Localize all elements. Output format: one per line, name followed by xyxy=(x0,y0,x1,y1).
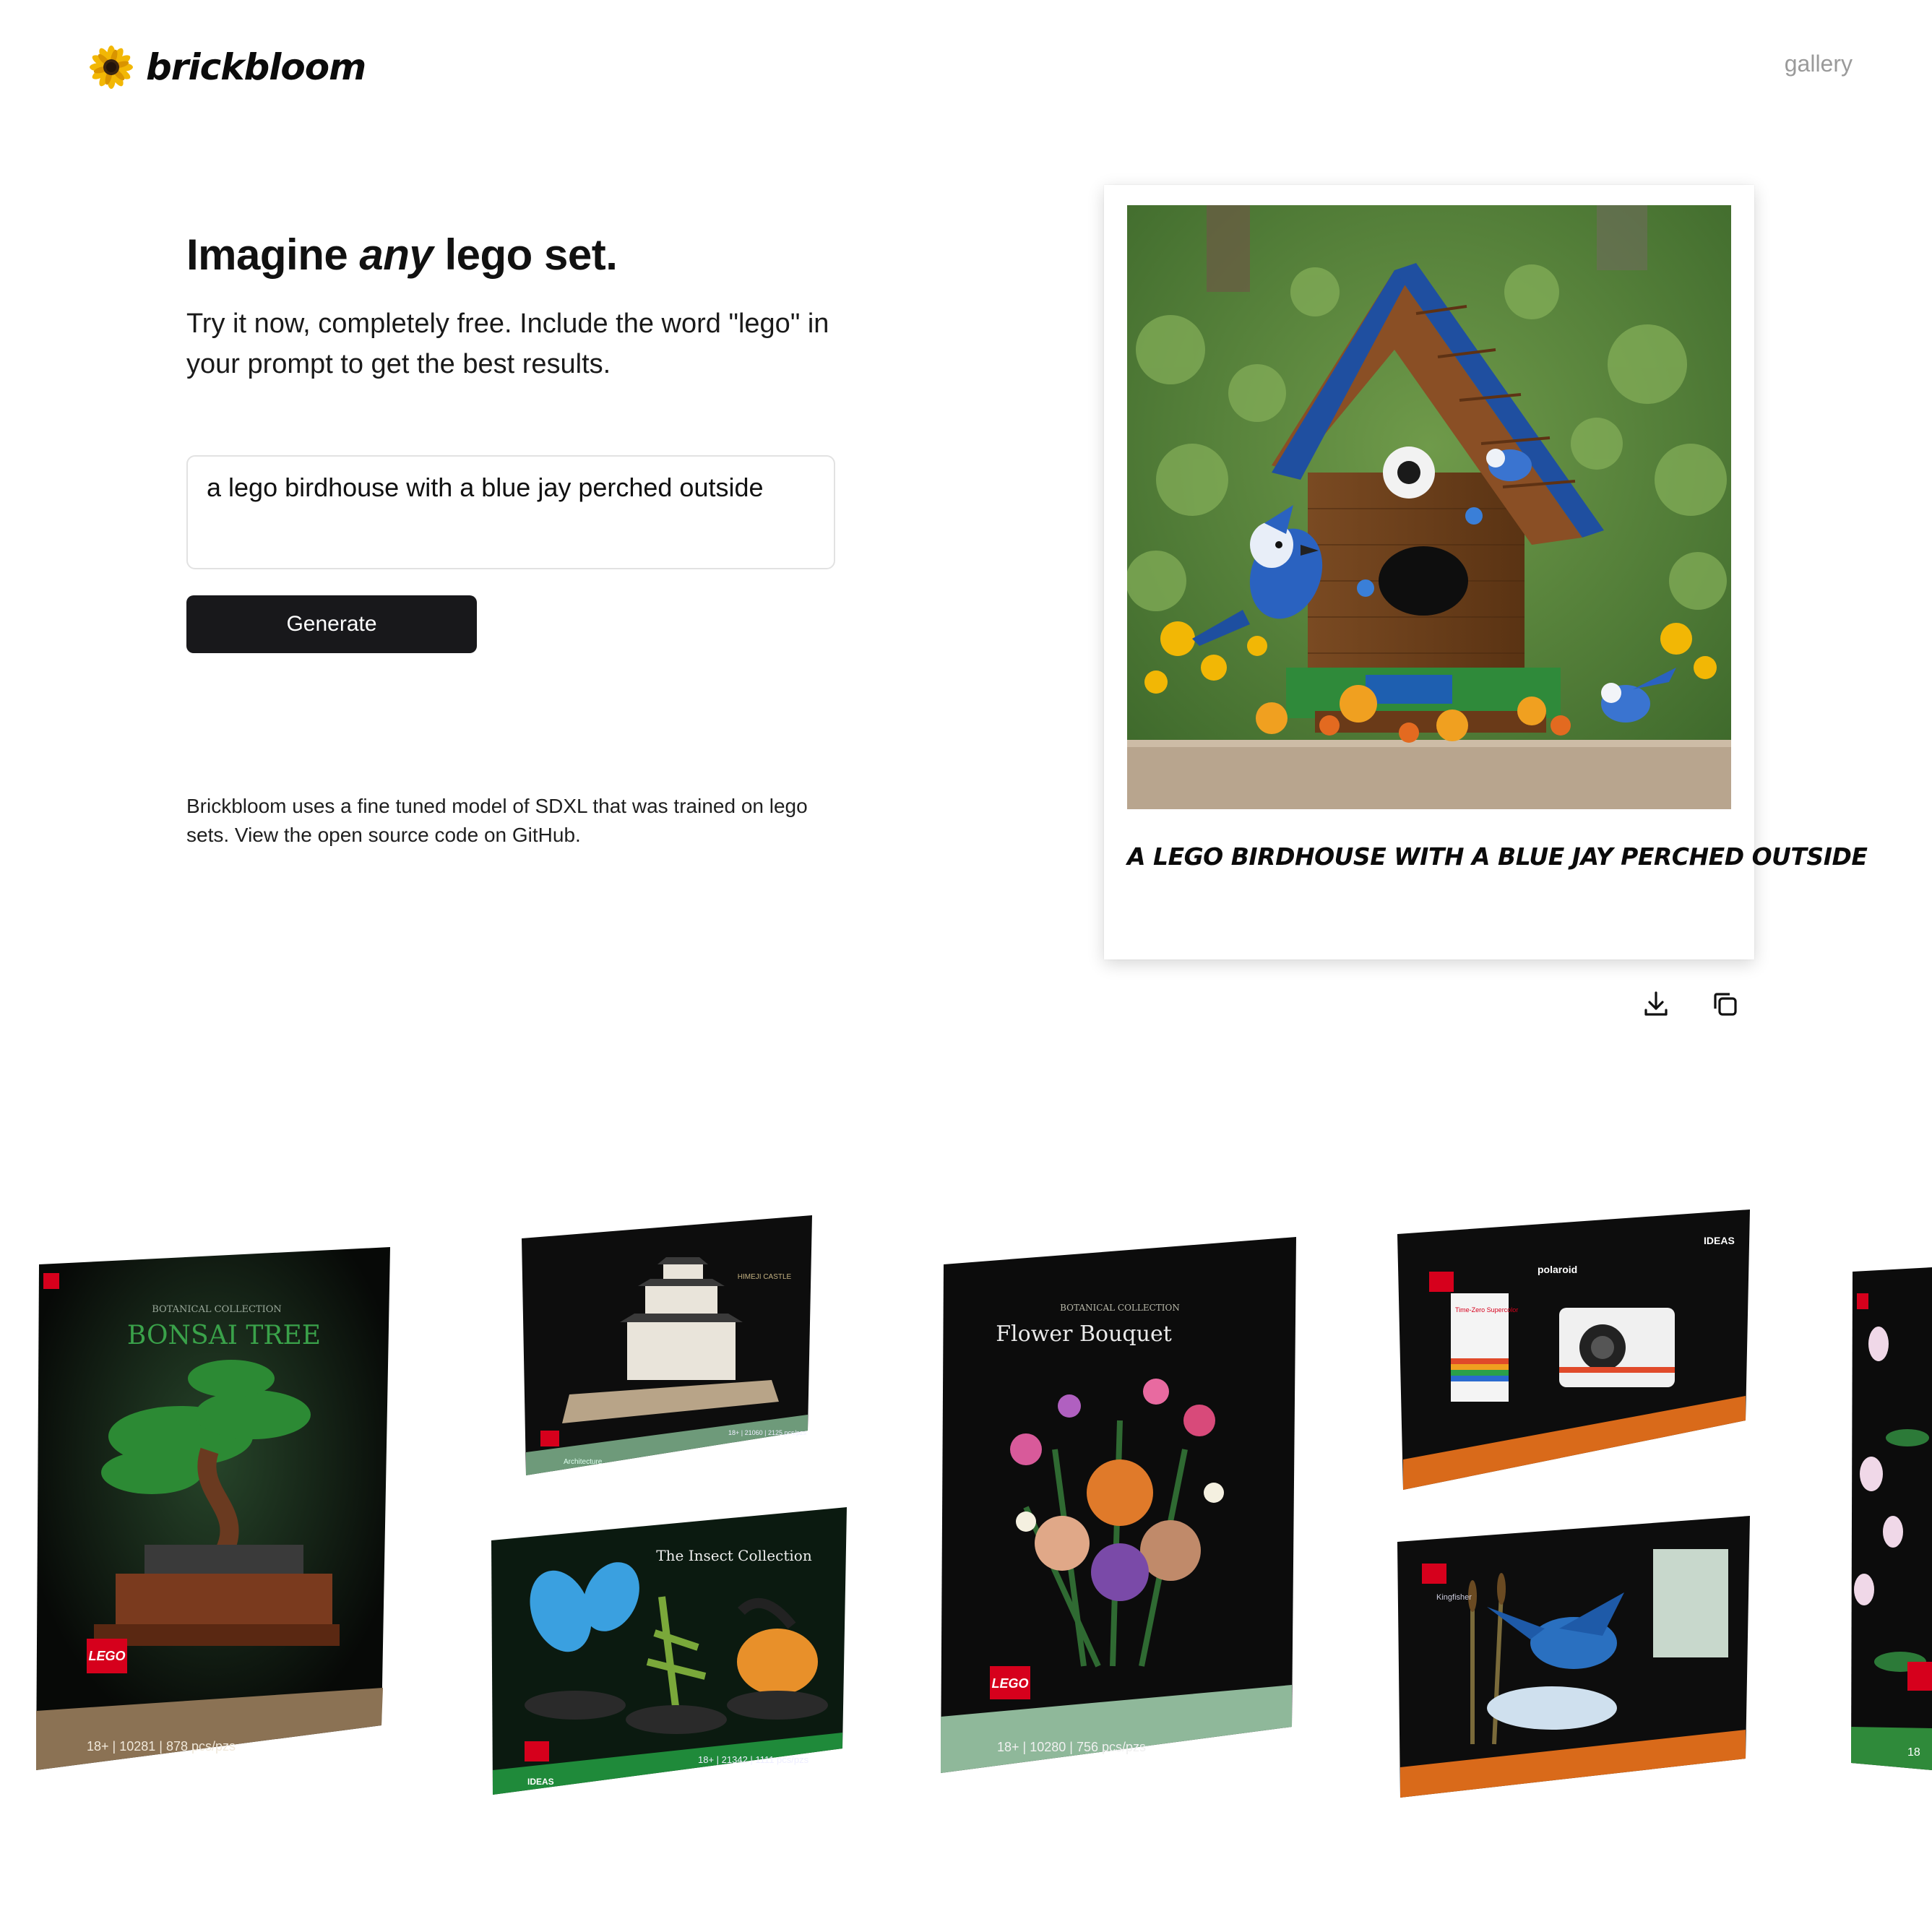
gallery-item-flower-bouquet[interactable]: BOTANICAL COLLECTION Flower Bouquet LEGO… xyxy=(939,1233,1301,1782)
generate-button[interactable]: Generate xyxy=(186,595,477,653)
insect-box-art: The Insect Collection IDEAS 18+ | 21342 … xyxy=(491,1507,847,1795)
gallery-item-orchid[interactable]: 18 xyxy=(1850,1257,1932,1777)
castle-theme: Architecture xyxy=(564,1458,603,1466)
title-after: lego set. xyxy=(433,230,618,279)
kingfisher-title: Kingfisher xyxy=(1436,1593,1472,1602)
bonsai-title: BONSAI TREE xyxy=(127,1321,321,1350)
title-emphasis: any xyxy=(359,230,434,279)
bouquet-title: Flower Bouquet xyxy=(996,1321,1172,1347)
brand-name: brickbloom xyxy=(146,46,366,88)
bonsai-series: BOTANICAL COLLECTION xyxy=(152,1304,282,1315)
orchid-box-art: 18 xyxy=(1851,1267,1932,1770)
birdhouse-illustration xyxy=(1127,205,1731,809)
footnote: Brickbloom uses a fine tuned model of SD… xyxy=(186,795,808,846)
copy-button[interactable] xyxy=(1708,987,1743,1022)
polaroid-film: Time-Zero Supercolor xyxy=(1455,1306,1518,1314)
bonsai-box-art: BOTANICAL COLLECTION BONSAI TREE LEGO 18… xyxy=(36,1247,390,1770)
polaroid-box-art: polaroid IDEAS Time-Zero Supercolor xyxy=(1397,1209,1750,1490)
orchid-info: 18 xyxy=(1907,1746,1920,1759)
gallery-item-insect-collection[interactable]: The Insect Collection IDEAS 18+ | 21342 … xyxy=(488,1503,850,1799)
castle-title: HIMEJI CASTLE xyxy=(738,1273,792,1281)
generated-image[interactable] xyxy=(1127,205,1731,809)
insect-info: 18+ | 21342 | 1111 pcs/pzs xyxy=(698,1754,809,1765)
nav-gallery-link[interactable]: gallery xyxy=(1785,51,1853,77)
bonsai-info: 18+ | 10281 | 878 pcs/pzs xyxy=(87,1739,236,1754)
hero-subtitle: Try it now, completely free. Include the… xyxy=(186,309,829,379)
brand[interactable]: brickbloom xyxy=(88,42,366,92)
gallery-item-kingfisher[interactable]: Kingfisher xyxy=(1393,1513,1754,1802)
bouquet-info: 18+ | 10280 | 756 pcs/pzs xyxy=(997,1740,1146,1754)
insect-title: The Insect Collection xyxy=(656,1547,812,1564)
gallery-item-bonsai[interactable]: BOTANICAL COLLECTION BONSAI TREE LEGO 18… xyxy=(36,1234,397,1783)
result-caption: A LEGO BIRDHOUSE WITH A BLUE JAY PERCHED… xyxy=(1127,842,1868,871)
bouquet-lego-logo: LEGO xyxy=(991,1676,1028,1691)
bouquet-series: BOTANICAL COLLECTION xyxy=(1060,1303,1180,1313)
gallery-item-himeji-castle[interactable]: HIMEJI CASTLE Architecture 18+ | 21060 |… xyxy=(519,1214,815,1481)
page-title: Imagine any lego set. xyxy=(186,230,618,280)
copy-icon xyxy=(1714,993,1737,1016)
kingfisher-box-art: Kingfisher xyxy=(1397,1516,1750,1798)
result-card: A LEGO BIRDHOUSE WITH A BLUE JAY PERCHED… xyxy=(1104,185,1868,959)
gallery-item-polaroid-camera[interactable]: polaroid IDEAS Time-Zero Supercolor xyxy=(1393,1207,1754,1496)
title-before: Imagine xyxy=(186,230,360,279)
bouquet-box-art: BOTANICAL COLLECTION Flower Bouquet LEGO… xyxy=(941,1237,1296,1773)
polaroid-brand: polaroid xyxy=(1538,1264,1577,1275)
sunflower-icon xyxy=(90,46,133,89)
prompt-input[interactable] xyxy=(186,455,835,569)
download-button[interactable] xyxy=(1639,987,1673,1022)
insect-theme: IDEAS xyxy=(527,1777,554,1787)
download-icon xyxy=(1644,991,1668,1016)
polaroid-theme: IDEAS xyxy=(1704,1235,1735,1246)
castle-info: 18+ | 21060 | 2125 pcs/pzs xyxy=(728,1429,807,1436)
bonsai-lego-logo: LEGO xyxy=(88,1649,125,1663)
castle-box-art: HIMEJI CASTLE Architecture 18+ | 21060 |… xyxy=(522,1215,812,1475)
page: brickbloom gallery Imagine any lego set.… xyxy=(0,0,1932,1932)
